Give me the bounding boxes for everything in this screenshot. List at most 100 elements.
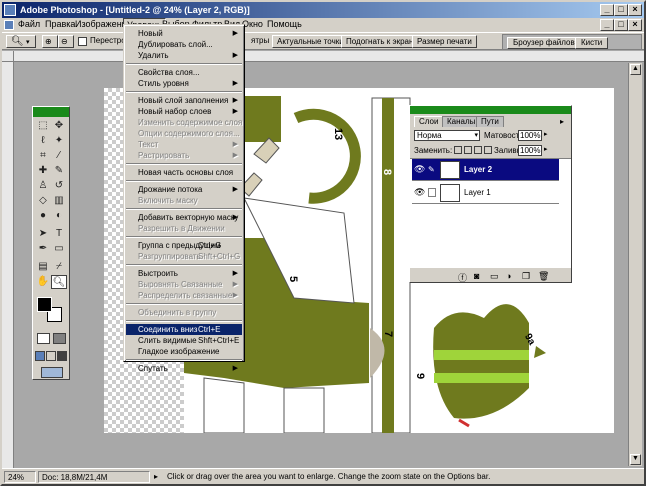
eye-icon[interactable]: 👁︎ [414,188,425,197]
zoom-in-button[interactable]: ⊕ [42,35,58,48]
doc-restore-button[interactable]: □ [614,19,628,31]
menu-item-8[interactable]: Новый набор слоев ▶ [126,106,242,117]
dodge-tool-icon[interactable]: ◐ [51,209,67,223]
panel-menu-icon[interactable]: ▸ [560,117,564,126]
screen-mode-icon[interactable] [35,351,45,361]
tab-layers[interactable]: Слои [414,116,444,127]
menu-item-14[interactable]: Новая часть основы слоя [126,167,242,178]
doc-minimize-button[interactable]: _ [600,19,614,31]
status-menu-arrow-icon[interactable]: ▸ [154,472,158,481]
lasso-tool-icon[interactable]: ℓ [35,134,51,148]
eyedropper-icon[interactable]: ⌿ [51,260,67,274]
menu-help[interactable]: Помощь [264,18,305,32]
document-icon[interactable] [4,20,14,30]
lock-position-icon[interactable] [474,146,482,154]
layer-row-layer-1[interactable]: 👁︎ Layer 1 [412,182,559,204]
print-size-button[interactable]: Размер печати [412,35,477,48]
menu-item-22[interactable]: Группа с предыдущим Ctrl+G [126,240,242,251]
menu-file[interactable]: Файл [15,18,43,32]
vertical-ruler[interactable] [2,62,14,468]
marquee-tool-icon[interactable]: ⬚ [35,119,51,133]
jump-to-imageready-icon[interactable] [41,367,63,378]
healing-brush-icon[interactable]: ✚ [35,164,51,178]
quick-mask-standard-icon[interactable] [37,333,50,344]
blur-tool-icon[interactable]: ● [35,209,51,223]
type-tool-icon[interactable]: T [51,227,67,241]
menu-item-16[interactable]: Дрожание потока ▶ [126,184,242,195]
fill-slider-arrow-icon[interactable]: ▸ [544,145,548,153]
minimize-button[interactable]: _ [600,4,614,16]
scroll-up-icon[interactable]: ▲ [630,64,641,75]
trash-icon[interactable]: 🗑︎ [538,271,549,282]
pen-tool-icon[interactable]: ✒ [35,242,51,256]
shape-tool-icon[interactable]: ▭ [51,242,67,256]
lock-all-icon[interactable] [484,146,492,154]
blend-mode-select[interactable]: Норма ▾ [414,130,480,141]
menu-item-19[interactable]: Добавить векторную маску ▶ [126,212,242,223]
fill-field[interactable]: 100% [518,145,542,156]
zoom-level[interactable]: 24% [4,471,36,483]
brush-tool-icon[interactable]: ✎ [51,164,67,178]
doc-close-button[interactable]: × [628,19,642,31]
scroll-down-icon[interactable]: ▼ [630,454,641,465]
gradient-tool-icon[interactable]: ▥ [51,194,67,208]
toolbox-titlebar[interactable] [33,107,69,117]
menu-item-0[interactable]: Новый ▶ [126,28,242,39]
new-set-icon[interactable]: ▭ [490,271,499,282]
lock-image-icon[interactable] [464,146,472,154]
horizontal-ruler[interactable] [14,51,644,62]
tab-channels[interactable]: Каналы [442,116,481,127]
zoom-icon: 🔍︎ [11,36,24,47]
resize-windows-checkbox[interactable] [78,37,87,46]
crop-tool-icon[interactable]: ⌗ [35,149,51,163]
menu-item-label: Разгруппировать [138,252,201,261]
brush-link-icon[interactable]: ✎ [428,165,435,174]
tab-brushes[interactable]: Кисти [575,37,609,49]
new-layer-icon[interactable]: ❐ [522,271,530,282]
move-tool-icon[interactable]: ✥ [51,119,67,133]
magic-wand-icon[interactable]: ✦ [51,134,67,148]
full-screen-icon[interactable] [57,351,67,361]
menu-item-5[interactable]: Стиль уровня ▶ [126,78,242,89]
close-button[interactable]: × [628,4,642,16]
tab-file-browser[interactable]: Броузер файлов [507,37,581,49]
zoom-out-button[interactable]: ⊖ [58,35,74,48]
notes-tool-icon[interactable]: ▤ [35,260,51,274]
slice-tool-icon[interactable]: ⁄ [51,149,67,163]
zoom-tool-icon[interactable]: 🔍︎ [51,275,67,289]
add-mask-icon[interactable]: ◙ [474,271,479,281]
submenu-arrow-icon: ▶ [232,30,238,37]
menu-item-31[interactable]: Соединить вниз Ctrl+E [126,324,242,335]
link-box-icon[interactable] [428,188,436,197]
menu-item-25[interactable]: Выстроить ▶ [126,268,242,279]
menu-item-35[interactable]: Спутать ▶ [126,363,242,374]
vertical-scrollbar[interactable]: ▲ ▼ [628,63,642,466]
path-select-icon[interactable]: ➤ [35,227,51,241]
full-screen-menu-icon[interactable] [46,351,56,361]
lock-transparency-icon[interactable] [454,146,462,154]
adjustment-layer-icon[interactable]: ◑ [506,271,511,281]
eraser-tool-icon[interactable]: ◇ [35,194,51,208]
menu-item-1[interactable]: Дублировать слой... [126,39,242,50]
menu-item-4[interactable]: Свойства слоя... [126,67,242,78]
clone-stamp-icon[interactable]: ♙ [35,179,51,193]
menu-item-7[interactable]: Новый слой заполнения ▶ [126,95,242,106]
opacity-field[interactable]: 100% [518,130,542,141]
menu-item-33[interactable]: Гладкое изображение [126,346,242,357]
menu-item-32[interactable]: Слить видимые Shft+Ctrl+E [126,335,242,346]
maximize-button[interactable]: □ [614,4,628,16]
history-brush-icon[interactable]: ↺ [51,179,67,193]
tab-paths[interactable]: Пути [476,116,504,127]
foreground-color-swatch[interactable] [37,297,52,312]
actual-pixels-button[interactable]: Актуальные точки [272,35,349,48]
layer-style-icon[interactable]: ⓕ [458,271,467,284]
quick-mask-icon[interactable] [53,333,66,344]
opacity-slider-arrow-icon[interactable]: ▸ [544,130,548,138]
layer-row-layer-2[interactable]: 👁︎ ✎ Layer 2 [412,159,559,181]
layers-panel-titlebar[interactable] [410,106,571,114]
eye-icon[interactable]: 👁︎ [414,165,425,174]
menu-item-2[interactable]: Удалить ▶ [126,50,242,61]
hand-tool-icon[interactable]: ✋ [35,275,51,289]
tool-preset-picker[interactable]: 🔍︎ ▾ [6,35,36,48]
fit-on-screen-button[interactable]: Подогнать к экрану [341,35,423,48]
